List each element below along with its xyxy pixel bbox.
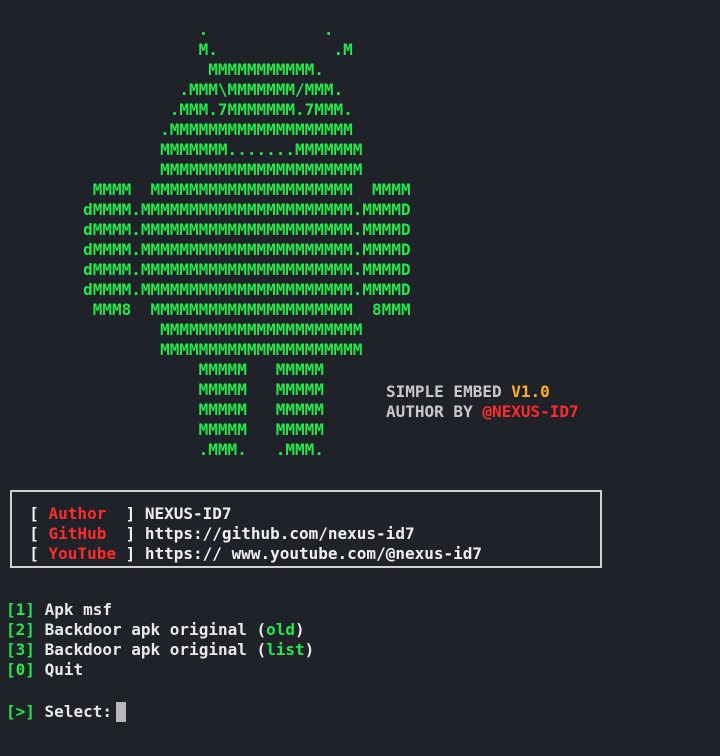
ascii-line: MMMMMMM.......MMMMMMM (6, 140, 363, 159)
info-value: https://github.com/nexus-id7 (144, 524, 415, 543)
tool-title: SIMPLE EMBED V1.0 AUTHOR BY @NEXUS-ID7 (386, 382, 579, 422)
info-label: GitHub (48, 524, 107, 543)
author-line: AUTHOR BY @NEXUS-ID7 (386, 402, 579, 422)
menu-close: ) (304, 640, 315, 659)
menu-key: 3 (15, 640, 26, 659)
info-label: Author (48, 504, 107, 523)
menu-text: Apk msf (44, 600, 112, 619)
ascii-line: M. .M (6, 40, 353, 59)
ascii-line: dMMMM.MMMMMMMMMMMMMMMMMMMMMM.MMMMD (6, 220, 411, 239)
menu-key: 2 (15, 620, 26, 639)
ascii-line: MMMM MMMMMMMMMMMMMMMMMMMMM MMMM (6, 180, 411, 199)
menu-extra: old (266, 620, 296, 639)
ascii-line: MMM8 MMMMMMMMMMMMMMMMMMMMM 8MMM (6, 300, 411, 319)
version-label: V1.0 (511, 382, 550, 401)
ascii-line: MMMMM MMMMM (6, 380, 324, 399)
info-value: NEXUS-ID7 (144, 504, 232, 523)
ascii-line: MMMMMMMMMMMMMMMMMMMMM (6, 160, 363, 179)
menu-item-quit[interactable]: [0] Quit (6, 660, 314, 680)
menu-item-backdoor-old[interactable]: [2] Backdoor apk original (old) (6, 620, 314, 640)
ascii-line: .MMM. .MMM. (6, 440, 324, 459)
main-menu: [1] Apk msf [2] Backdoor apk original (o… (6, 600, 314, 680)
menu-text: Backdoor apk original ( (44, 640, 267, 659)
select-prompt[interactable]: [>] Select: (6, 702, 126, 722)
menu-item-backdoor-list[interactable]: [3] Backdoor apk original (list) (6, 640, 314, 660)
ascii-line: .MMM.7MMMMMMM.7MMM. (6, 100, 353, 119)
terminal-window: . . M. .M MMMMMMMMMMM. .MMM\MMMMMMM/MMM.… (6, 20, 714, 750)
menu-item-apk-msf[interactable]: [1] Apk msf (6, 600, 314, 620)
info-label: YouTube (48, 544, 116, 563)
title-text: SIMPLE EMBED (386, 382, 512, 401)
ascii-line: .MMMMMMMMMMMMMMMMMMM (6, 120, 353, 139)
ascii-line: dMMMM.MMMMMMMMMMMMMMMMMMMMMM.MMMMD (6, 260, 411, 279)
ascii-line: dMMMM.MMMMMMMMMMMMMMMMMMMMMM.MMMMD (6, 200, 411, 219)
menu-key: 1 (15, 600, 26, 619)
author-prefix: AUTHOR BY (386, 402, 483, 421)
prompt-label: Select: (44, 702, 112, 721)
menu-close: ) (295, 620, 305, 639)
title-line: SIMPLE EMBED V1.0 (386, 382, 579, 402)
prompt-marker: [>] (6, 702, 35, 721)
ascii-line: dMMMM.MMMMMMMMMMMMMMMMMMMMMM.MMMMD (6, 280, 411, 299)
menu-text: Quit (44, 660, 84, 679)
menu-extra: list (266, 640, 305, 659)
ascii-line: MMMMM MMMMM (6, 360, 324, 379)
menu-text: Backdoor apk original ( (44, 620, 267, 639)
ascii-line: MMMMM MMMMM (6, 400, 324, 419)
ascii-line: dMMMM.MMMMMMMMMMMMMMMMMMMMMM.MMMMD (6, 240, 411, 259)
ascii-line: . . (6, 20, 334, 39)
box-border-right (600, 492, 602, 566)
text-cursor[interactable] (115, 702, 126, 722)
info-value: https:// www.youtube.com/@nexus-id7 (144, 544, 483, 563)
menu-key: 0 (15, 660, 26, 679)
ascii-line: MMMMM MMMMM (6, 420, 324, 439)
info-box: [ Author ] NEXUS-ID7 [ GitHub ] https://… (10, 490, 602, 568)
ascii-line: MMMMMMMMMMM. (6, 60, 324, 79)
author-handle: @NEXUS-ID7 (482, 402, 579, 421)
ascii-line: .MMM\MMMMMMM/MMM. (6, 80, 344, 99)
ascii-line: MMMMMMMMMMMMMMMMMMMMM (6, 340, 363, 359)
ascii-line: MMMMMMMMMMMMMMMMMMMMM (6, 320, 363, 339)
info-row-youtube: [ YouTube ] https:// www.youtube.com/@ne… (10, 544, 483, 563)
info-row-author: [ Author ] NEXUS-ID7 (10, 504, 232, 523)
info-row-github: [ GitHub ] https://github.com/nexus-id7 (10, 524, 415, 543)
